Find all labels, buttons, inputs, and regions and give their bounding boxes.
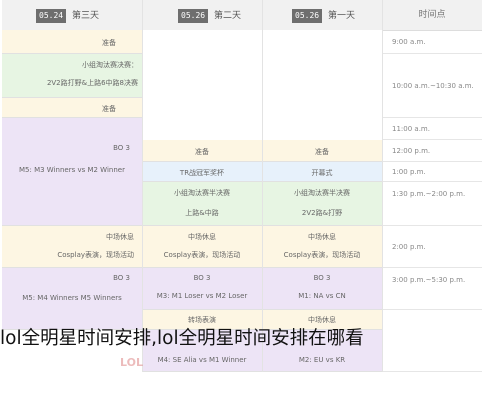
day2-semifinal: 小组淘汰赛半决赛 上路&中路 xyxy=(142,182,262,226)
column-divider xyxy=(382,0,383,372)
day3-group-final: 小组淘汰赛决赛： 2V2路打野&上路6中路8决赛 xyxy=(2,54,142,98)
day1-semifinal: 小组淘汰赛半决赛 2V2路&打野 xyxy=(262,182,382,226)
cell-text: TR战冠军奖杯 xyxy=(179,169,225,177)
date-tag: 05.24 xyxy=(36,9,67,23)
cell-text: 小组淘汰赛半决赛 xyxy=(174,189,230,197)
cell-text: 2V2路&打野 xyxy=(301,209,343,217)
cell-text: 中场休息 xyxy=(188,233,216,241)
cell-text: M5: M3 Winners vs M2 Winner xyxy=(19,166,125,174)
cell-text: BO 3 xyxy=(113,274,130,282)
day2-match-m3: BO 3 M3: M1 Loser vs M2 Loser xyxy=(142,268,262,310)
watermark: LOL xyxy=(120,356,143,369)
cell-text: Cosplay表演，现场活动 xyxy=(57,251,134,259)
cell-text: M5: M4 Winners M5 Winners xyxy=(22,294,122,302)
day2-prep: 准备 xyxy=(142,140,262,162)
column-divider xyxy=(142,0,143,372)
time-label: 3:00 p.m.~5:30 p.m. xyxy=(392,276,466,284)
day2-empty xyxy=(142,30,262,140)
date-tag: 05.26 xyxy=(178,9,209,23)
day3-prep: 准备 xyxy=(2,30,142,54)
time-row: 11:00 a.m. xyxy=(382,118,482,140)
day-label: 第二天 xyxy=(214,11,242,21)
cell-text: 中场休息 xyxy=(308,233,336,241)
time-label: 12:00 p.m. xyxy=(392,147,431,155)
cell-text: 转场表演 xyxy=(188,316,216,324)
cell-text: 2V2路打野&上路6中路8决赛 xyxy=(46,79,138,87)
day3-break: 中场休息 Cosplay表演，现场活动 xyxy=(2,226,142,268)
cell-text: M1: NA vs CN xyxy=(298,292,346,300)
cell-text: 准备 xyxy=(315,148,329,156)
time-row: 2:00 p.m. xyxy=(382,226,482,268)
time-row: 12:00 p.m. xyxy=(382,140,482,162)
cell-text: Cosplay表演，现场活动 xyxy=(283,251,361,259)
time-row: 9:00 a.m. xyxy=(382,30,482,54)
cell-text: 中场休息 xyxy=(106,233,134,241)
cell-text: 上路&中路 xyxy=(185,209,219,217)
header-day1: 05.26 第一天 xyxy=(262,0,382,31)
cell-text: M4: SE Alia vs M1 Winner xyxy=(157,356,247,364)
time-label: 2:00 p.m. xyxy=(392,243,426,251)
day-label: 第一天 xyxy=(328,11,356,21)
cell-text: M3: M1 Loser vs M2 Loser xyxy=(156,292,248,300)
day3-prep2: 准备 xyxy=(2,98,142,118)
day3-match-m5: BO 3 M5: M3 Winners vs M2 Winner xyxy=(2,118,142,226)
time-label: 1:30 p.m.~2:00 p.m. xyxy=(392,190,466,198)
header-day2: 05.26 第二天 xyxy=(142,0,262,31)
day1-break: 中场休息 Cosplay表演，现场活动 xyxy=(262,226,382,268)
cell-text: Cosplay表演，现场活动 xyxy=(163,251,241,259)
day1-prep: 准备 xyxy=(262,140,382,162)
time-header: 时间点 xyxy=(382,0,482,31)
day1-match-m1: BO 3 M1: NA vs CN xyxy=(262,268,382,310)
schedule-table: 05.24 第三天 05.26 第二天 05.26 第一天 时间点 9:00 a… xyxy=(2,0,482,372)
page-caption: lol全明星时间安排,lol全明星时间安排在哪看 xyxy=(0,328,364,349)
cell-text: 小组淘汰赛半决赛 xyxy=(294,189,350,197)
time-label: 1:00 p.m. xyxy=(392,168,426,176)
day3-match-final: BO 3 M5: M4 Winners M5 Winners xyxy=(2,268,142,330)
time-label: 9:00 a.m. xyxy=(392,38,426,46)
day-label: 第三天 xyxy=(72,11,100,21)
day1-opening: 开幕式 xyxy=(262,162,382,182)
time-row: 3:00 p.m.~5:30 p.m. xyxy=(382,268,482,310)
time-row: 1:30 p.m.~2:00 p.m. xyxy=(382,182,482,226)
time-row: 10:00 a.m.~10:30 a.m. xyxy=(382,54,482,118)
cell-text: BO 3 xyxy=(193,274,211,282)
cell-text: M2: EU vs KR xyxy=(298,356,346,364)
cell-text: 准备 xyxy=(102,105,116,113)
cell-text: 准备 xyxy=(195,148,209,156)
column-divider xyxy=(262,0,263,372)
cell-text: 准备 xyxy=(102,39,116,47)
time-row: 1:00 p.m. xyxy=(382,162,482,182)
day1-empty xyxy=(262,30,382,140)
time-label: 10:00 a.m.~10:30 a.m. xyxy=(392,82,474,90)
cell-text: 中场休息 xyxy=(308,316,336,324)
day2-trophy: TR战冠军奖杯 xyxy=(142,162,262,182)
date-tag: 05.26 xyxy=(292,9,323,23)
cell-text: BO 3 xyxy=(313,274,331,282)
header-day3: 05.24 第三天 xyxy=(2,0,142,31)
time-label: 11:00 a.m. xyxy=(392,125,430,133)
day2-break: 中场休息 Cosplay表演，现场活动 xyxy=(142,226,262,268)
cell-text: 小组淘汰赛决赛： xyxy=(82,61,138,69)
cell-text: 开幕式 xyxy=(311,169,333,177)
cell-text: BO 3 xyxy=(113,144,130,152)
